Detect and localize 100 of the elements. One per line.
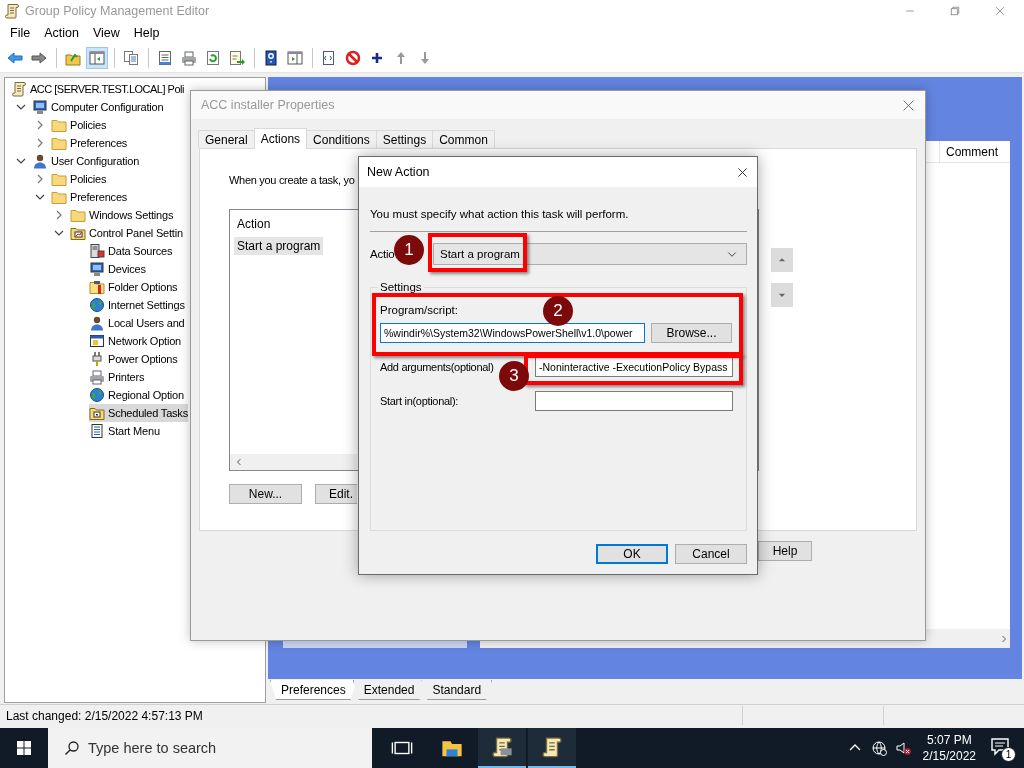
clock-time[interactable]: 5:07 PM bbox=[926, 732, 972, 748]
folder-icon bbox=[51, 135, 67, 151]
tree-item[interactable]: Scheduled Tasks bbox=[89, 404, 188, 422]
document-icon[interactable] bbox=[157, 50, 173, 66]
copy-icon[interactable] bbox=[123, 50, 139, 66]
monitor-icon bbox=[32, 99, 48, 115]
browse-button[interactable]: Browse... bbox=[651, 323, 732, 343]
tree-item[interactable]: Devices bbox=[89, 260, 146, 278]
field-label: Add arguments(optional) bbox=[380, 360, 495, 373]
tree-item[interactable]: Printers bbox=[89, 368, 145, 386]
plus-icon[interactable] bbox=[369, 50, 385, 66]
windows-logo-icon[interactable] bbox=[16, 740, 32, 756]
tree-item[interactable]: Folder Options bbox=[89, 278, 178, 296]
new-button[interactable]: New... bbox=[229, 484, 302, 504]
column-header[interactable]: Action bbox=[234, 214, 274, 234]
panel-icon bbox=[89, 50, 105, 66]
tree-item[interactable]: Computer Configuration bbox=[32, 98, 164, 116]
printer-icon bbox=[89, 369, 105, 385]
tree-item[interactable]: Network Option bbox=[89, 332, 181, 350]
dialog-title: New Action bbox=[367, 165, 430, 179]
folder-icon bbox=[89, 279, 105, 295]
globe-icon[interactable] bbox=[870, 740, 887, 756]
window-title: Group Policy Management Editor bbox=[25, 4, 210, 18]
scroll-icon bbox=[11, 81, 27, 97]
taskbar-button[interactable] bbox=[478, 728, 526, 768]
column-header[interactable]: Comment bbox=[939, 141, 1010, 162]
tab[interactable]: Common bbox=[432, 130, 495, 148]
action-dropdown[interactable]: Start a program bbox=[433, 243, 747, 265]
stop-icon[interactable] bbox=[345, 50, 361, 66]
help-book-icon[interactable] bbox=[263, 50, 279, 66]
scroll-icon bbox=[491, 736, 513, 758]
search-field[interactable]: Type here to search bbox=[48, 728, 372, 768]
search-icon bbox=[64, 740, 80, 756]
document-icon bbox=[89, 423, 105, 439]
field-label: Actio bbox=[370, 248, 395, 260]
toggle-button[interactable] bbox=[86, 47, 108, 69]
tree-item[interactable]: Preferences bbox=[51, 134, 128, 152]
document-icon[interactable] bbox=[321, 50, 337, 66]
tree-item[interactable]: Data Sources bbox=[89, 242, 173, 260]
menu-item[interactable]: View bbox=[85, 24, 127, 42]
printer-icon[interactable] bbox=[181, 50, 197, 66]
folder-icon bbox=[70, 207, 86, 223]
tree-item[interactable]: Policies bbox=[51, 116, 107, 134]
scroll-icon bbox=[4, 3, 20, 19]
export-icon[interactable] bbox=[229, 50, 245, 66]
speaker-muted-icon[interactable] bbox=[894, 740, 911, 756]
close-icon[interactable] bbox=[736, 165, 749, 179]
menu-item[interactable]: Action bbox=[37, 24, 86, 42]
person-icon bbox=[89, 315, 105, 331]
tree-item[interactable]: Regional Option bbox=[89, 386, 184, 404]
intro-text: When you create a task, yo bbox=[229, 173, 355, 188]
view-tab[interactable]: Standard bbox=[421, 680, 493, 700]
menu-item[interactable]: Help bbox=[126, 24, 167, 42]
view-tab[interactable]: Preferences bbox=[270, 680, 357, 700]
edit-button[interactable]: Edit. bbox=[315, 484, 357, 504]
tree-item[interactable]: Preferences bbox=[51, 188, 128, 206]
restore-icon[interactable] bbox=[948, 5, 961, 17]
folder-icon bbox=[51, 117, 67, 133]
forward-arrow-icon[interactable] bbox=[31, 50, 47, 66]
instruction-text: You must specify what action this task will perform. bbox=[370, 207, 630, 222]
refresh-icon[interactable] bbox=[205, 50, 221, 66]
tree-item[interactable]: Local Users and bbox=[89, 314, 185, 332]
tab[interactable]: Settings bbox=[375, 130, 434, 148]
folder-icon bbox=[70, 225, 86, 241]
text-field[interactable]: %windir%\System32\WindowsPowerShell\v1.0\power bbox=[380, 323, 645, 343]
help-button[interactable]: Help bbox=[758, 541, 812, 561]
horizontal-scrollbar[interactable] bbox=[230, 454, 357, 470]
field-label: Program/script: bbox=[380, 303, 458, 317]
panel-icon[interactable] bbox=[287, 50, 303, 66]
ok-button[interactable]: OK bbox=[596, 544, 668, 564]
taskbar-button[interactable] bbox=[528, 728, 576, 768]
cancel-button[interactable]: Cancel bbox=[675, 544, 747, 564]
message-icon[interactable] bbox=[990, 736, 1010, 756]
tree-item[interactable]: Control Panel Settin bbox=[70, 224, 183, 242]
text-field[interactable]: -Noninteractive -ExecutionPolicy Bypass bbox=[535, 356, 733, 377]
clock-date[interactable]: 2/15/2022 bbox=[922, 748, 976, 764]
tab[interactable]: Actions bbox=[253, 128, 308, 149]
tree-item[interactable]: Power Options bbox=[89, 350, 178, 368]
plug-icon bbox=[89, 351, 105, 367]
tab[interactable]: General bbox=[198, 130, 255, 148]
tree-item[interactable]: Windows Settings bbox=[70, 206, 174, 224]
tree-item[interactable]: User Configuration bbox=[32, 152, 140, 170]
tree-item[interactable]: ACC [SERVER.TEST.LOCAL] Poli bbox=[11, 80, 184, 98]
status-text: Last changed: 2/15/2022 4:57:13 PM bbox=[5, 708, 204, 723]
person-icon bbox=[32, 153, 48, 169]
folder-icon bbox=[51, 189, 67, 205]
tree-item[interactable]: Policies bbox=[51, 170, 107, 188]
back-arrow-icon[interactable] bbox=[7, 50, 23, 66]
scroll-icon bbox=[541, 736, 563, 758]
monitor-icon bbox=[89, 261, 105, 277]
group-label: Settings bbox=[379, 281, 423, 293]
server-icon bbox=[89, 243, 105, 259]
folder-icon bbox=[51, 171, 67, 187]
tree-item[interactable]: Start Menu bbox=[89, 422, 160, 440]
text-field[interactable] bbox=[535, 390, 733, 411]
notification-badge: 1 bbox=[1001, 747, 1016, 762]
list-row[interactable]: Start a program bbox=[234, 237, 324, 255]
menu-item[interactable]: File bbox=[3, 24, 38, 42]
tree-item[interactable]: Internet Settings bbox=[89, 296, 185, 314]
globe-icon bbox=[89, 387, 105, 403]
